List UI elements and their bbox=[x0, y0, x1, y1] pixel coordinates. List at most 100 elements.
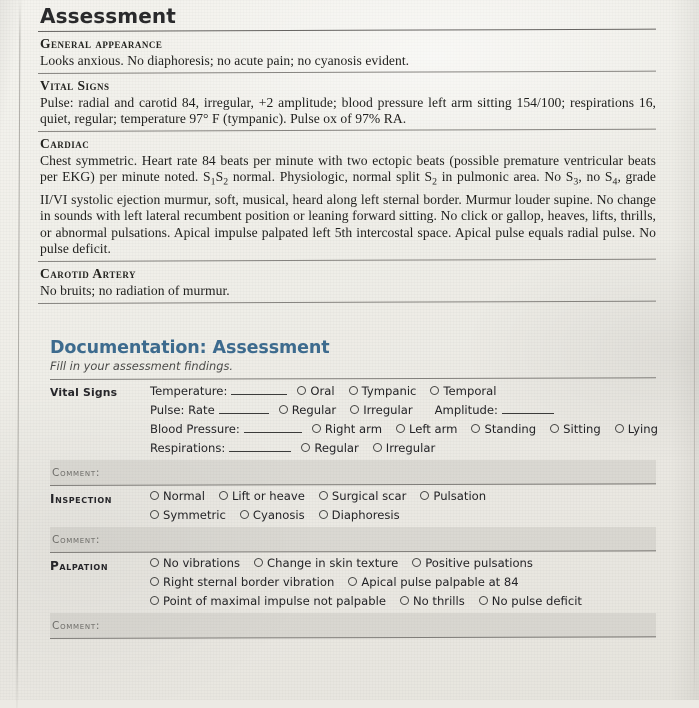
radio-icon[interactable] bbox=[372, 442, 382, 452]
radio-icon[interactable] bbox=[239, 510, 249, 519]
field-label: Amplitude: bbox=[434, 403, 498, 417]
option-label: No thrills bbox=[412, 594, 465, 608]
option-regular[interactable]: Regular bbox=[278, 402, 337, 417]
radio-icon[interactable] bbox=[350, 404, 360, 414]
option-label: Lying bbox=[627, 421, 658, 436]
option-positive-pulsations[interactable]: Positive pulsations bbox=[412, 556, 533, 570]
divider bbox=[37, 258, 656, 263]
option-no-thrills[interactable]: No thrills bbox=[399, 594, 465, 608]
radio-icon[interactable] bbox=[399, 596, 409, 605]
radio-icon[interactable] bbox=[550, 423, 560, 433]
option-no-pulse-deficit[interactable]: No pulse deficit bbox=[478, 594, 582, 608]
option-label: Positive pulsations bbox=[425, 556, 533, 570]
section-heading-carotid-artery: Carotid Artery bbox=[40, 266, 137, 282]
option-right-sternal-border-vibration[interactable]: Right sternal border vibration bbox=[150, 575, 334, 589]
radio-icon[interactable] bbox=[150, 558, 159, 567]
divider bbox=[37, 70, 656, 74]
option-label: No vibrations bbox=[163, 556, 241, 570]
comment-label: Comment: bbox=[52, 534, 101, 546]
radio-icon[interactable] bbox=[254, 558, 264, 567]
option-temporal[interactable]: Temporal bbox=[430, 384, 497, 398]
document-content: Assessment General appearance Looks anxi… bbox=[0, 0, 699, 700]
option-standing[interactable]: Standing bbox=[471, 422, 536, 436]
radio-icon[interactable] bbox=[614, 423, 624, 433]
documentation-block: Documentation: Assessment Fill in your a… bbox=[42, 338, 658, 639]
option-label: Diaphoresis bbox=[331, 508, 400, 522]
section-heading-general-appearance: General appearance bbox=[40, 36, 163, 51]
option-cyanosis[interactable]: Cyanosis bbox=[239, 508, 305, 522]
radio-icon[interactable] bbox=[301, 442, 311, 452]
section-body-general-appearance: Looks anxious. No diaphoresis; no acute … bbox=[40, 53, 410, 68]
radio-icon[interactable] bbox=[396, 423, 406, 433]
option-regular[interactable]: Regular bbox=[301, 441, 359, 455]
reference-text-block: Assessment General appearance Looks anxi… bbox=[37, 4, 656, 308]
form-section-label: Inspection bbox=[50, 492, 113, 506]
radio-icon[interactable] bbox=[412, 558, 422, 567]
radio-icon[interactable] bbox=[297, 385, 307, 395]
field-blank-input[interactable] bbox=[243, 421, 302, 433]
field-blank-input[interactable] bbox=[229, 440, 292, 452]
section-body-vital-signs: Pulse: radial and carotid 84, irregular,… bbox=[40, 94, 656, 127]
option-label: Right arm bbox=[324, 421, 383, 436]
option-label: Regular bbox=[291, 402, 337, 417]
option-label: Irregular bbox=[363, 402, 413, 417]
radio-icon[interactable] bbox=[430, 385, 440, 395]
radio-icon[interactable] bbox=[348, 385, 358, 395]
option-label: Normal bbox=[163, 489, 205, 503]
comment-row[interactable]: Comment: bbox=[50, 460, 656, 485]
option-irregular[interactable]: Irregular bbox=[350, 402, 413, 417]
radio-icon[interactable] bbox=[311, 423, 321, 433]
comment-label: Comment: bbox=[52, 620, 101, 632]
radio-icon[interactable] bbox=[278, 404, 288, 414]
option-oral[interactable]: Oral bbox=[297, 383, 335, 398]
radio-icon[interactable] bbox=[150, 596, 159, 605]
option-label: Oral bbox=[310, 383, 335, 398]
option-left-arm[interactable]: Left arm bbox=[396, 422, 457, 436]
option-right-arm[interactable]: Right arm bbox=[311, 421, 383, 436]
radio-icon[interactable] bbox=[318, 510, 328, 519]
option-tympanic[interactable]: Tympanic bbox=[348, 384, 416, 398]
option-label: Cyanosis bbox=[252, 508, 305, 522]
radio-icon[interactable] bbox=[150, 577, 159, 586]
radio-icon[interactable] bbox=[348, 577, 358, 586]
comment-row[interactable]: Comment: bbox=[50, 527, 656, 552]
option-label: Standing bbox=[484, 421, 537, 436]
field-label: Blood Pressure: bbox=[150, 422, 240, 436]
option-symmetric[interactable]: Symmetric bbox=[150, 508, 226, 522]
option-row: Point of maximal impulse not palpable No … bbox=[150, 594, 656, 608]
option-point-of-maximal-impulse-not-palpable[interactable]: Point of maximal impulse not palpable bbox=[150, 594, 386, 608]
field-blank-input[interactable] bbox=[218, 402, 269, 414]
field-blank-input[interactable] bbox=[501, 402, 554, 414]
field-blank-input[interactable] bbox=[231, 383, 288, 395]
option-pulsation[interactable]: Pulsation bbox=[420, 489, 486, 503]
option-label: Surgical scar bbox=[331, 489, 407, 503]
form-field-row: Blood Pressure: Right arm Left arm Standing… bbox=[150, 421, 658, 437]
option-change-in-skin-texture[interactable]: Change in skin texture bbox=[254, 556, 398, 570]
radio-icon[interactable] bbox=[318, 491, 328, 500]
radio-icon[interactable] bbox=[150, 510, 159, 519]
option-no-vibrations[interactable]: No vibrations bbox=[150, 556, 240, 570]
option-diaphoresis[interactable]: Diaphoresis bbox=[318, 508, 400, 522]
comment-row[interactable]: Comment: bbox=[50, 613, 656, 638]
radio-icon[interactable] bbox=[471, 423, 481, 433]
option-row: Normal Lift or heave Surgical scar Pulsatio… bbox=[150, 489, 656, 503]
option-lift-or-heave[interactable]: Lift or heave bbox=[218, 489, 305, 503]
option-label: Lift or heave bbox=[231, 489, 305, 503]
radio-icon[interactable] bbox=[150, 491, 159, 500]
option-apical-pulse-palpable-at-84[interactable]: Apical pulse palpable at 84 bbox=[348, 575, 519, 589]
assessment-form: Vital Signs Temperature: Oral Tympanic Tempo… bbox=[49, 379, 658, 639]
form-section-body: Temperature: Oral Tympanic Temporal Pulse: R… bbox=[150, 383, 658, 456]
option-irregular[interactable]: Irregular bbox=[372, 441, 435, 455]
radio-icon[interactable] bbox=[218, 491, 228, 500]
form-section-label: Palpation bbox=[50, 559, 109, 573]
option-sitting[interactable]: Sitting bbox=[550, 422, 601, 436]
option-label: No pulse deficit bbox=[491, 594, 582, 608]
radio-icon[interactable] bbox=[420, 491, 430, 500]
field-label: Temperature: bbox=[150, 384, 228, 398]
option-lying[interactable]: Lying bbox=[614, 421, 658, 436]
option-label: Symmetric bbox=[163, 508, 226, 522]
radio-icon[interactable] bbox=[478, 596, 488, 605]
option-label: Pulsation bbox=[433, 489, 487, 503]
option-surgical-scar[interactable]: Surgical scar bbox=[318, 489, 407, 503]
option-normal[interactable]: Normal bbox=[150, 489, 205, 503]
